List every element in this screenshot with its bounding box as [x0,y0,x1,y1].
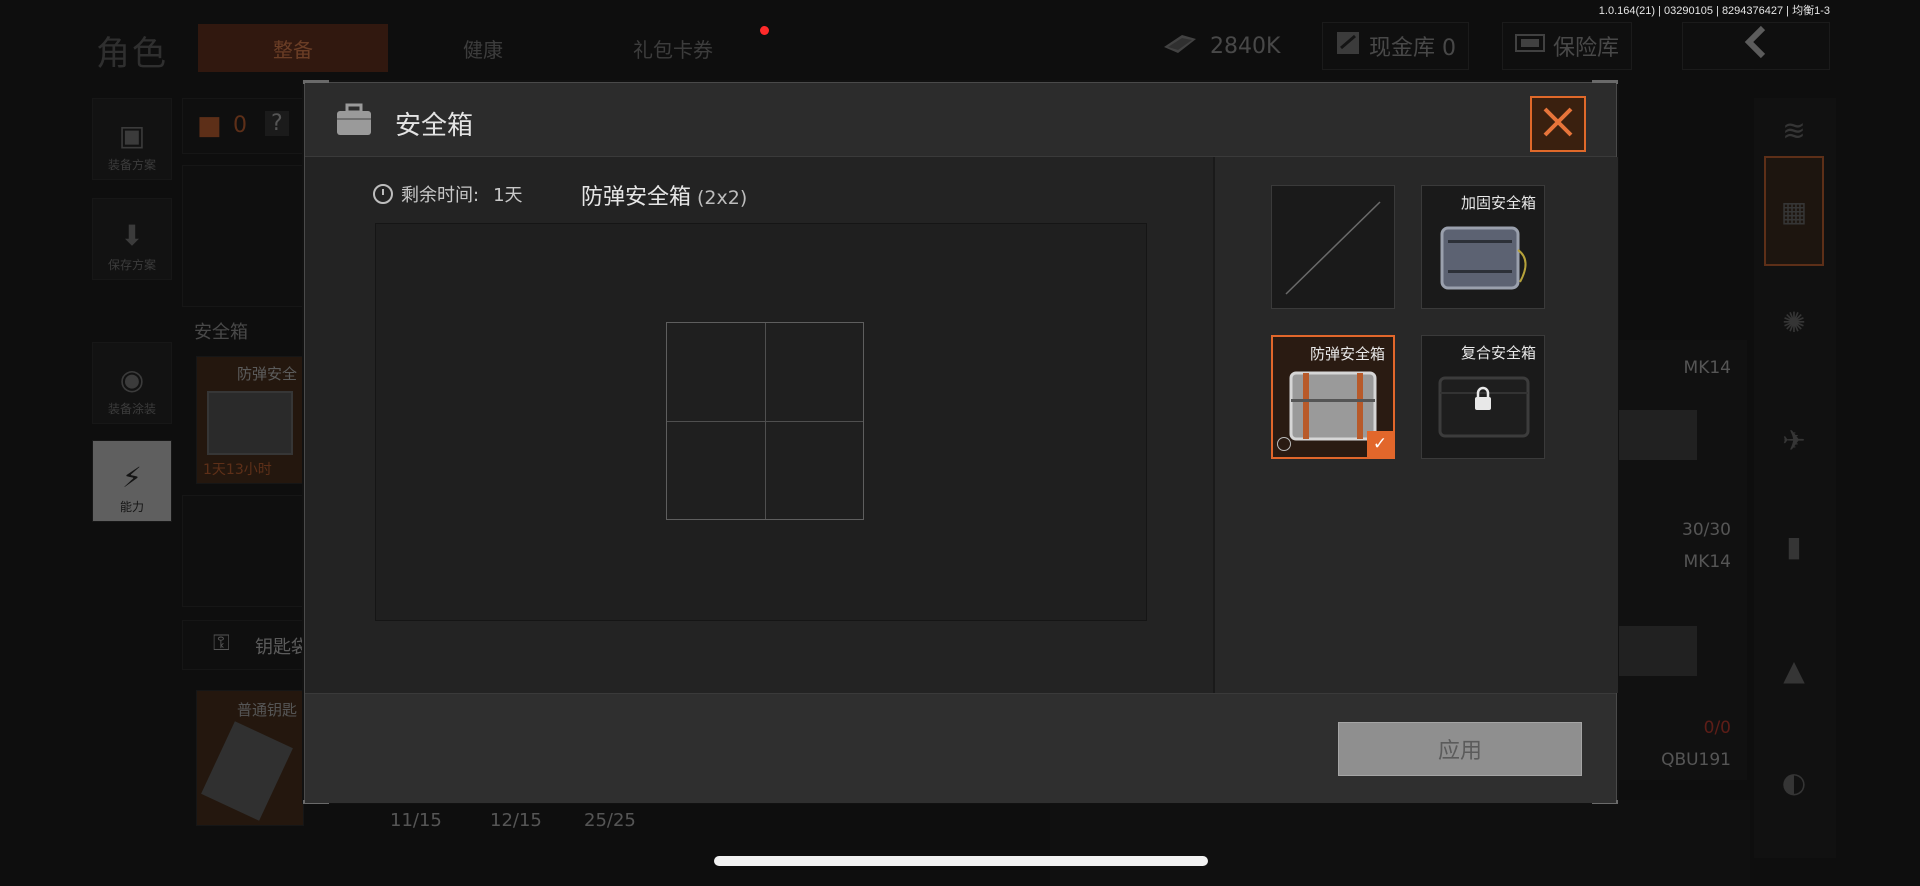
reinforced-case-image [1440,226,1527,290]
modal-footer: 应用 [305,693,1616,803]
sidebar-skin-label: 装备涂装 [107,402,156,416]
ammo-capacity-1: 30/30 [1682,520,1731,540]
weapon-image-2 [1617,626,1697,676]
money-display: 2840K [1160,22,1280,70]
safe-box-timer: 1天13小时 [203,462,272,478]
rifle-icon[interactable]: ✈ [1764,410,1824,470]
key-item-image [201,721,293,821]
attachment-icon[interactable]: ✺ [1764,292,1824,352]
lightning-icon: ⚡ [122,461,142,494]
insurance-icon [1515,32,1545,60]
normal-key-slot[interactable]: 普通钥匙 [196,690,304,826]
safe-box-image [207,391,293,455]
cash-icon [1160,29,1200,63]
weapon-bottom-image [1050,800,1750,886]
sidebar-save-plan[interactable]: ⬇ 保存方案 [92,198,172,280]
grid-line [765,323,766,519]
ammo-count-2: 12/15 [490,810,542,831]
sidebar-equip-plan[interactable]: ▣ 装备方案 [92,98,172,180]
weapon-name-2: MK14 [1683,552,1731,572]
case-card-bulletproof-label: 防弹安全箱 [1309,345,1385,363]
storage-grid-2x2 [666,322,864,520]
case-card-empty[interactable] [1271,185,1395,309]
current-case-name: 防弹安全箱 [581,185,692,210]
safe-box-slot-name: 防弹安全 [237,365,298,383]
remaining-time-value: 1天 [493,185,523,206]
top-nav: 整备 健康 礼包卡券 [198,24,768,72]
ammo-row: 11/15 12/15 25/25 [310,800,1100,840]
current-case-title: 防弹安全箱 (2x2) [581,179,747,211]
bullet-icon[interactable]: ▲ [1764,640,1824,700]
money-amount: 2840K [1210,33,1281,59]
back-button[interactable] [1682,22,1830,70]
scope-icon[interactable]: ◐ [1764,752,1824,812]
vault-icon [1335,30,1361,62]
weapon-image-1 [1617,410,1697,460]
game-screen: 1.0.164(21) | 03290105 | 8294376427 | 均衡… [0,0,1920,886]
key-bag-button[interactable]: ⚿ 钥匙袋 [182,620,309,670]
armor-indicator-panel: ■ 0 ? [182,98,304,154]
key-bag-label: 钥匙袋 [255,637,309,658]
version-text: 1.0.164(21) | 03290105 | 8294376427 | 均衡… [1598,5,1830,17]
weapon-name-3: QBU191 [1661,750,1731,770]
key-icon: ⚿ [213,631,230,656]
tab-health[interactable]: 健康 [388,24,578,72]
category-safe-icon[interactable]: ▦ [1764,156,1824,266]
ammo-count-3: 25/25 [584,810,636,831]
sidebar-skin[interactable]: ◉ 装备涂装 [92,342,172,424]
safe-box-heading: 安全箱 [194,322,248,343]
safe-box-modal: 安全箱 剩余时间: 1天 防弹安全箱 (2x2) 加固安全箱 防弹安全箱 ✓ 复… [303,80,1618,804]
backpack-icon: ▣ [118,119,146,152]
insurance-vault-button[interactable]: 保险库 [1502,22,1633,70]
modal-header: 安全箱 [305,83,1616,157]
page-title: 角色 [96,34,168,74]
weapon-name-1: MK14 [1683,358,1731,378]
ammo-capacity-2: 0/0 [1703,718,1731,738]
layers-icon[interactable]: ≋ [1764,100,1824,160]
sidebar-save-plan-label: 保存方案 [107,258,156,272]
remaining-time-row: 剩余时间: 1天 [373,181,523,207]
ammo-count-1: 11/15 [390,810,442,831]
gold-vault-button[interactable]: 现金库 0 [1322,22,1469,70]
clock-icon [373,184,393,204]
tab-equip[interactable]: 整备 [198,24,388,72]
sidebar-ability-label: 能力 [119,500,144,514]
empty-slash-icon [1285,201,1381,295]
download-icon: ⬇ [120,219,144,252]
case-card-composite[interactable]: 复合安全箱 [1421,335,1545,459]
case-card-reinforced[interactable]: 加固安全箱 [1421,185,1545,309]
tab-gift-vouchers[interactable]: 礼包卡券 [578,24,768,72]
magazine-icon[interactable]: ▮ [1764,516,1824,576]
notification-dot [760,26,769,35]
case-card-bulletproof[interactable]: 防弹安全箱 ✓ [1271,335,1395,459]
checkmark-icon: ✓ [1367,431,1393,457]
briefcase-icon [335,103,373,137]
safe-box-slot[interactable]: 防弹安全 1天13小时 [196,356,304,484]
remaining-time-label: 剩余时间: [401,185,480,206]
armor-count: 0 [233,113,247,138]
apply-button[interactable]: 应用 [1338,722,1582,776]
close-button[interactable] [1530,96,1586,152]
sidebar-ability[interactable]: ⚡ 能力 [92,440,172,522]
vest-icon: ■ [197,111,222,141]
lock-icon [1472,386,1494,416]
home-indicator[interactable] [714,856,1208,866]
helmet-icon: ◉ [119,363,145,396]
empty-slot-2 [182,495,304,607]
weapon-panel: MK14 30/30 MK14 0/0 QBU191 [1617,340,1747,780]
modal-title: 安全箱 [395,111,474,141]
close-icon [1541,105,1575,143]
case-card-reinforced-label: 加固安全箱 [1460,194,1536,212]
insurance-vault-label: 保险库 [1553,36,1620,61]
help-icon[interactable]: ? [265,111,289,136]
storage-grid-area [375,223,1147,621]
sidebar-equip-plan-label: 装备方案 [107,158,156,172]
normal-key-label: 普通钥匙 [237,701,298,719]
current-case-size: (2x2) [697,187,748,209]
case-card-composite-label: 复合安全箱 [1460,344,1536,362]
chevron-left-icon [1741,25,1771,67]
empty-slot [182,165,304,307]
timer-icon [1277,437,1291,451]
gold-vault-label: 现金库 0 [1369,36,1456,61]
